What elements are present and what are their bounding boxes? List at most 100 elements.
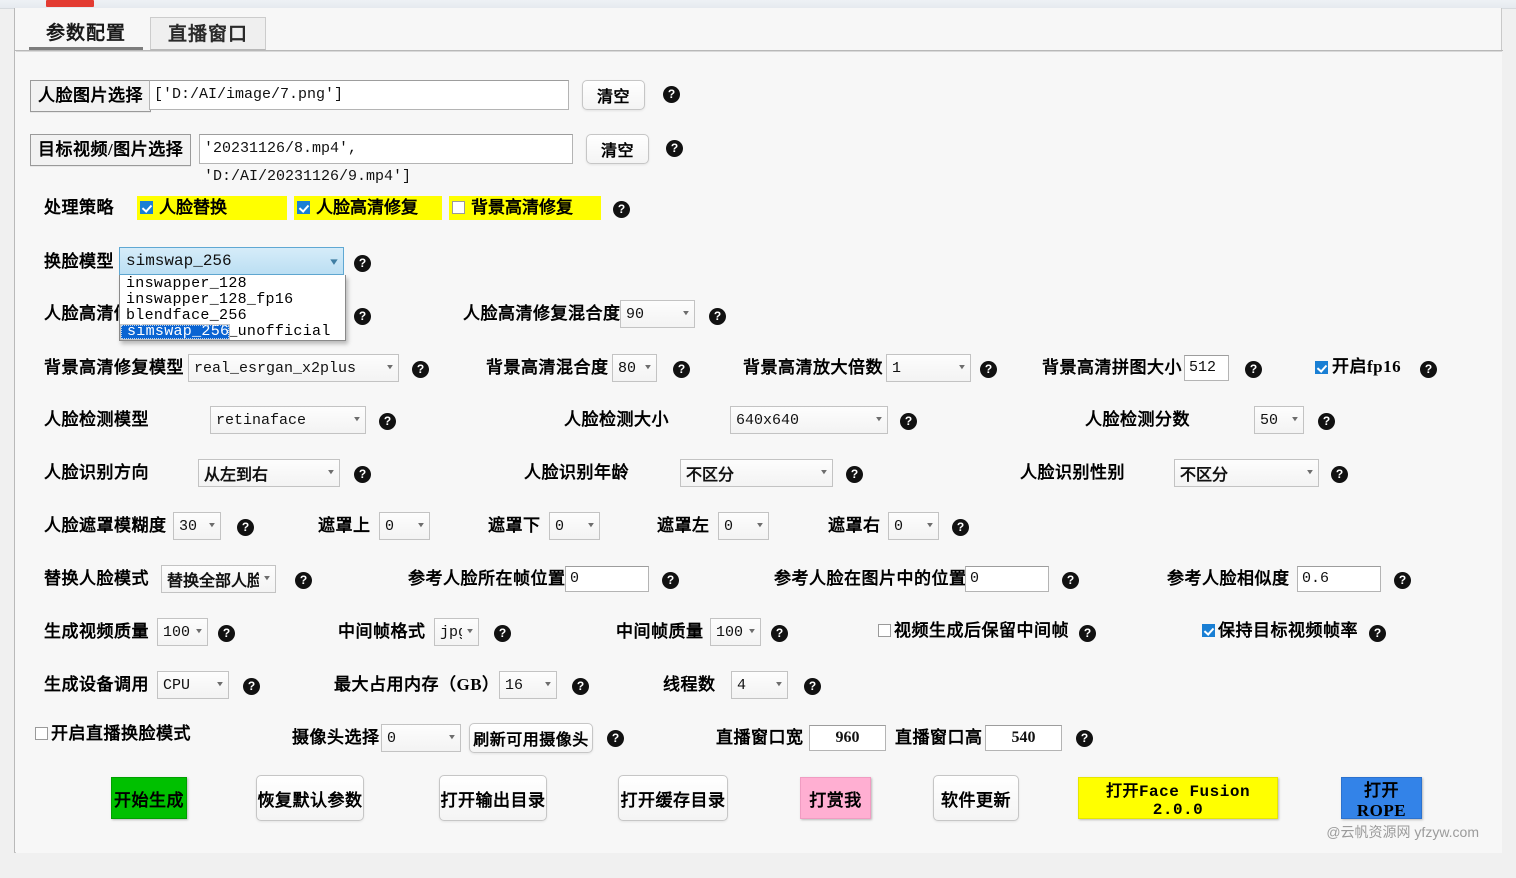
detect-size-help-icon[interactable]: ?: [900, 413, 917, 430]
face-gender-help-icon[interactable]: ?: [1331, 466, 1348, 483]
fp16-label[interactable]: 开启fp16: [1332, 356, 1401, 378]
keep-frames-checkbox[interactable]: [878, 624, 891, 637]
bg-tile-help-icon[interactable]: ?: [1245, 361, 1262, 378]
tab-parameter-config[interactable]: 参数配置: [29, 17, 143, 50]
detect-score-select[interactable]: 50 ▾: [1254, 406, 1304, 434]
tab-live-window[interactable]: 直播窗口: [150, 17, 266, 50]
swap-model-option-inswapper-128[interactable]: inswapper_128: [120, 276, 345, 292]
live-mode-label[interactable]: 开启直播换脸模式: [51, 723, 191, 745]
strategy-checkbox-face-swap[interactable]: [140, 201, 153, 214]
max-memory-label: 最大占用内存（GB）: [334, 674, 500, 696]
video-quality-select[interactable]: 100 ▾: [157, 618, 208, 646]
frame-quality-help-icon[interactable]: ?: [771, 625, 788, 642]
face-image-path-input[interactable]: ['D:/AI/image/7.png']: [149, 80, 569, 110]
fp16-checkbox[interactable]: [1315, 361, 1328, 374]
detect-size-select[interactable]: 640x640 ▾: [730, 406, 888, 434]
face-age-select[interactable]: 不区分 ▾: [680, 459, 833, 487]
target-media-path-input[interactable]: '20231126/8.mp4', 'D:/AI/20231126/9.mp4'…: [199, 134, 573, 164]
strategy-option-bg-restore[interactable]: 背景高清修复: [449, 196, 601, 220]
ref-frame-pos-input[interactable]: 0: [565, 566, 649, 592]
bg-blend-select[interactable]: 80 ▾: [612, 354, 657, 382]
strategy-checkbox-face-restore[interactable]: [297, 201, 310, 214]
face-image-help-icon[interactable]: ?: [663, 86, 680, 103]
detect-score-help-icon[interactable]: ?: [1318, 413, 1335, 430]
face-image-clear-button[interactable]: 清空: [582, 80, 645, 110]
ref-similarity-input[interactable]: 0.6: [1297, 566, 1381, 592]
target-media-select-button[interactable]: 目标视频/图片选择: [30, 134, 191, 166]
swap-model-option-inswapper-128-fp16[interactable]: inswapper_128_fp16: [120, 292, 345, 308]
live-width-input[interactable]: 960: [809, 725, 886, 751]
swap-model-select[interactable]: simswap_256 ▾: [119, 247, 344, 275]
bg-tile-input[interactable]: 512: [1184, 355, 1229, 381]
camera-help-icon[interactable]: ?: [607, 730, 624, 747]
swap-model-option-list[interactable]: inswapper_128 inswapper_128_fp16 blendfa…: [119, 275, 346, 341]
start-generate-button[interactable]: 开始生成: [111, 777, 187, 819]
target-media-help-icon[interactable]: ?: [666, 140, 683, 157]
threads-select[interactable]: 4 ▾: [731, 671, 788, 699]
open-rope-button[interactable]: 打开ROPE: [1341, 777, 1422, 819]
face-image-select-button[interactable]: 人脸图片选择: [30, 80, 151, 112]
frame-format-help-icon[interactable]: ?: [494, 625, 511, 642]
swap-model-help-icon[interactable]: ?: [354, 255, 371, 272]
face-restore-blend-help-icon[interactable]: ?: [709, 308, 726, 325]
detect-model-help-icon[interactable]: ?: [379, 413, 396, 430]
face-gender-select[interactable]: 不区分 ▾: [1174, 459, 1319, 487]
video-quality-help-icon[interactable]: ?: [218, 625, 235, 642]
bg-restore-model-help-icon[interactable]: ?: [412, 361, 429, 378]
camera-select[interactable]: 0 ▾: [381, 724, 461, 752]
open-cache-dir-button[interactable]: 打开缓存目录: [618, 775, 728, 821]
frame-format-select[interactable]: jpg ▾: [434, 618, 479, 646]
swap-model-option-blendface-256[interactable]: blendface_256: [120, 308, 345, 324]
swap-mode-select[interactable]: 替换全部人脸 ▾: [161, 565, 276, 593]
ref-image-pos-help-icon[interactable]: ?: [1062, 572, 1079, 589]
donate-button[interactable]: 打赏我: [800, 777, 871, 819]
bg-restore-model-select[interactable]: real_esrgan_x2plus ▾: [188, 354, 399, 382]
mask-blur-help-icon[interactable]: ?: [237, 519, 254, 536]
detect-model-select[interactable]: retinaface ▾: [210, 406, 366, 434]
open-face-fusion-button[interactable]: 打开Face Fusion 2.0.0: [1078, 777, 1278, 819]
max-memory-help-icon[interactable]: ?: [572, 678, 589, 695]
face-age-help-icon[interactable]: ?: [846, 466, 863, 483]
device-help-icon[interactable]: ?: [243, 678, 260, 695]
strategy-checkbox-bg-restore[interactable]: [452, 201, 465, 214]
keep-fps-label[interactable]: 保持目标视频帧率: [1218, 620, 1358, 642]
bg-scale-select[interactable]: 1 ▾: [886, 354, 971, 382]
face-order-help-icon[interactable]: ?: [354, 466, 371, 483]
face-restore-blend-select[interactable]: 90 ▾: [620, 300, 695, 328]
keep-frames-help-icon[interactable]: ?: [1079, 625, 1096, 642]
restore-defaults-button[interactable]: 恢复默认参数: [256, 775, 364, 821]
keep-fps-checkbox[interactable]: [1202, 624, 1215, 637]
keep-frames-label[interactable]: 视频生成后保留中间帧: [894, 620, 1069, 642]
mask-top-select[interactable]: 0 ▾: [379, 512, 430, 540]
face-order-select[interactable]: 从左到右 ▾: [198, 459, 340, 487]
ref-frame-pos-help-icon[interactable]: ?: [662, 572, 679, 589]
strategy-help-icon[interactable]: ?: [613, 201, 630, 218]
live-size-help-icon[interactable]: ?: [1076, 730, 1093, 747]
keep-fps-help-icon[interactable]: ?: [1369, 625, 1386, 642]
face-restore-model-help-icon[interactable]: ?: [354, 308, 371, 325]
fp16-help-icon[interactable]: ?: [1420, 361, 1437, 378]
ref-image-pos-input[interactable]: 0: [965, 566, 1049, 592]
strategy-option-face-swap[interactable]: 人脸替换: [137, 196, 287, 220]
bg-scale-help-icon[interactable]: ?: [980, 361, 997, 378]
mask-blur-select[interactable]: 30 ▾: [173, 512, 221, 540]
mask-help-icon[interactable]: ?: [952, 519, 969, 536]
open-output-dir-button[interactable]: 打开输出目录: [439, 775, 547, 821]
mask-left-select[interactable]: 0 ▾: [718, 512, 769, 540]
max-memory-select[interactable]: 16 ▾: [499, 671, 557, 699]
software-update-button[interactable]: 软件更新: [933, 775, 1019, 821]
ref-similarity-help-icon[interactable]: ?: [1394, 572, 1411, 589]
threads-help-icon[interactable]: ?: [804, 678, 821, 695]
refresh-camera-button[interactable]: 刷新可用摄像头: [469, 723, 593, 753]
swap-mode-help-icon[interactable]: ?: [295, 572, 312, 589]
mask-bottom-select[interactable]: 0 ▾: [549, 512, 600, 540]
target-media-clear-button[interactable]: 清空: [586, 134, 649, 164]
frame-quality-select[interactable]: 100 ▾: [710, 618, 761, 646]
strategy-option-face-restore[interactable]: 人脸高清修复: [294, 196, 442, 220]
device-select[interactable]: CPU ▾: [157, 671, 229, 699]
mask-right-select[interactable]: 0 ▾: [888, 512, 939, 540]
live-height-input[interactable]: 540: [985, 725, 1062, 751]
swap-model-option-simswap-256[interactable]: simswap_256: [120, 324, 230, 340]
bg-blend-help-icon[interactable]: ?: [673, 361, 690, 378]
live-mode-checkbox[interactable]: [35, 727, 48, 740]
